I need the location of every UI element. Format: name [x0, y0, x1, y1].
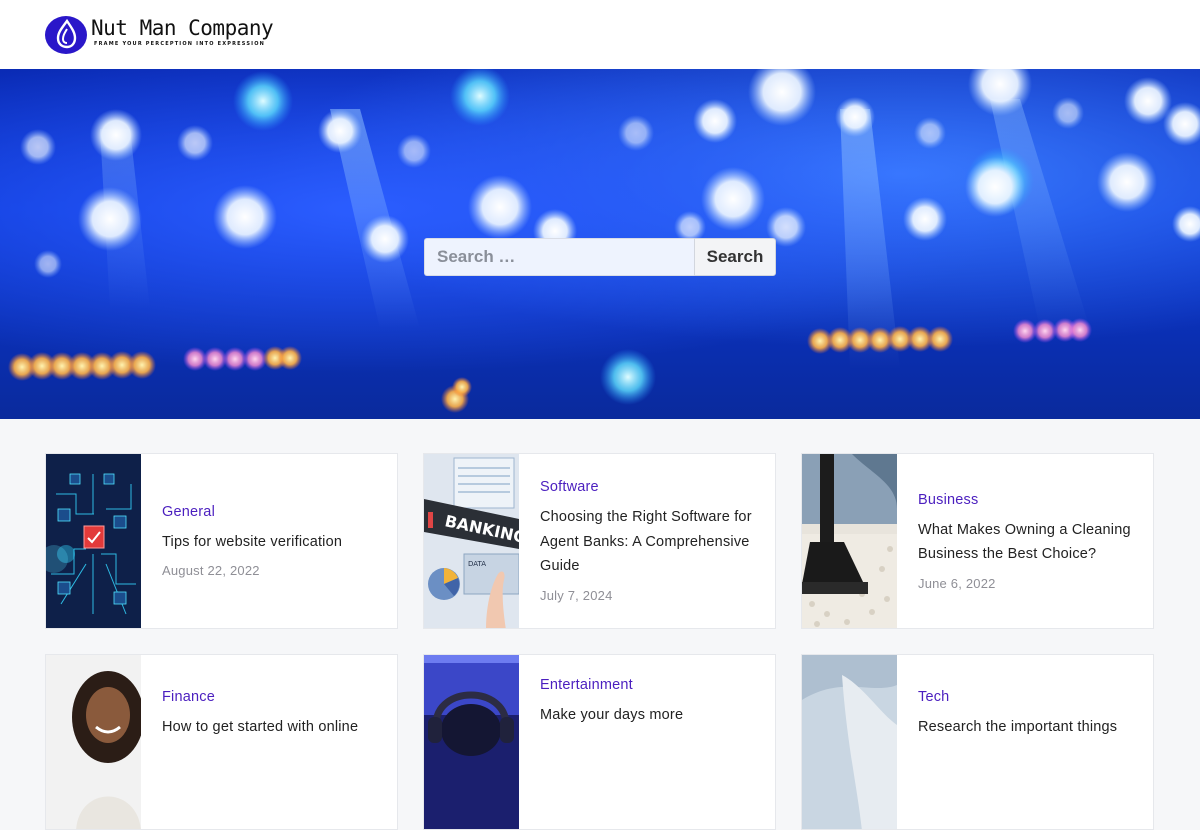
- search-input[interactable]: [424, 238, 694, 276]
- post-date: August 22, 2022: [162, 563, 260, 579]
- post-date: June 6, 2022: [918, 575, 996, 591]
- site-header: Nut Man Company Frame your perception in…: [0, 0, 1200, 70]
- search-form: Search: [424, 238, 776, 276]
- site-name: Nut Man Company: [91, 16, 274, 40]
- hero-banner: Search: [0, 69, 1200, 419]
- post-category[interactable]: Tech: [918, 689, 1117, 705]
- post-title[interactable]: Research the important things: [918, 715, 1117, 740]
- post-title[interactable]: What Makes Owning a Cleaning Business th…: [918, 518, 1137, 567]
- vacuum-carpet-image[interactable]: [802, 454, 897, 628]
- headphones-image[interactable]: [424, 655, 519, 829]
- smiling-woman-image[interactable]: [46, 655, 141, 829]
- svg-text:DATA: DATA: [468, 560, 486, 568]
- site-logo[interactable]: Nut Man Company Frame your perception in…: [44, 14, 274, 56]
- site-tagline: Frame your perception into expression: [94, 41, 266, 47]
- post-card[interactable]: Tech Research the important things: [801, 654, 1154, 830]
- banking-screen-image[interactable]: BANKING DATA: [424, 454, 519, 628]
- post-card[interactable]: BANKING DATA Software Choosing the Right…: [423, 453, 776, 629]
- post-title[interactable]: How to get started with online: [162, 715, 358, 740]
- post-category[interactable]: General: [162, 504, 342, 520]
- drop-logo-icon: [45, 16, 87, 54]
- circuit-board-image[interactable]: [46, 454, 141, 628]
- post-category[interactable]: Entertainment: [540, 677, 683, 693]
- post-card[interactable]: Finance How to get started with online: [45, 654, 398, 830]
- post-card[interactable]: General Tips for website verification Au…: [45, 453, 398, 629]
- post-date: July 7, 2024: [540, 587, 613, 603]
- post-title[interactable]: Tips for website verification: [162, 530, 342, 555]
- post-category[interactable]: Business: [918, 492, 1137, 508]
- post-title[interactable]: Choosing the Right Software for Agent Ba…: [540, 505, 759, 579]
- post-card[interactable]: Entertainment Make your days more: [423, 654, 776, 830]
- post-category[interactable]: Finance: [162, 689, 358, 705]
- hand-image[interactable]: [802, 655, 897, 829]
- search-button[interactable]: Search: [694, 238, 776, 276]
- post-title[interactable]: Make your days more: [540, 703, 683, 728]
- post-card[interactable]: Business What Makes Owning a Cleaning Bu…: [801, 453, 1154, 629]
- post-category[interactable]: Software: [540, 479, 759, 495]
